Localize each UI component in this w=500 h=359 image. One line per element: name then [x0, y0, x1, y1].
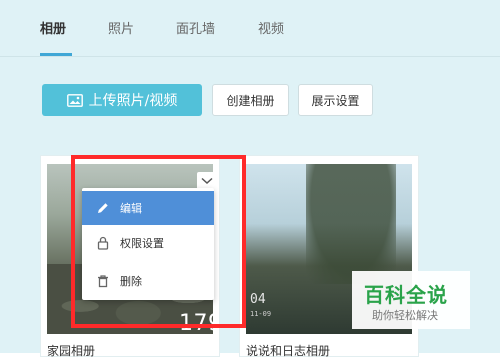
active-tab-indicator	[40, 53, 72, 56]
create-album-button[interactable]: 创建相册	[212, 84, 289, 116]
watermark: 百科全说 助你轻松解决	[352, 271, 470, 329]
tab-photos[interactable]: 照片	[108, 18, 134, 37]
album-tabs: 相册 照片 面孔墙 视频	[0, 0, 500, 57]
upload-button[interactable]: 上传照片/视频	[42, 84, 202, 116]
upload-button-label: 上传照片/视频	[88, 93, 178, 109]
tab-face-wall[interactable]: 面孔墙	[176, 18, 215, 37]
watermark-subtitle: 助你轻松解决	[372, 309, 438, 322]
tab-albums[interactable]: 相册	[40, 18, 66, 37]
image-upload-icon	[66, 93, 83, 107]
album-title[interactable]: 说说和日志相册	[246, 342, 330, 359]
annotation-highlight-box	[71, 155, 246, 328]
watermark-title: 百科全说	[364, 283, 448, 307]
photo-datestamp: 11-09	[250, 310, 272, 318]
cover-photo-detail	[306, 164, 396, 284]
album-title[interactable]: 家园相册	[47, 342, 95, 359]
photo-timestamp: 04	[250, 292, 266, 307]
tab-videos[interactable]: 视频	[258, 18, 284, 37]
display-settings-button[interactable]: 展示设置	[298, 84, 373, 116]
